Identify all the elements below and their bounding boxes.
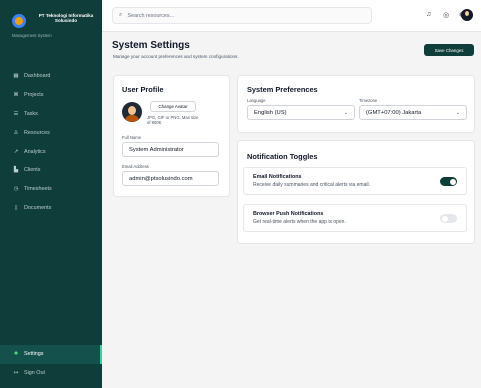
sidebar-item-label: Analytics <box>24 148 46 155</box>
card-title: System Preferences <box>247 85 318 94</box>
sidebar-item-label: Clients <box>24 167 41 174</box>
page-title: System Settings <box>112 40 190 51</box>
timezone-select[interactable]: (GMT+07:00) Jakarta ⌄ <box>359 105 467 120</box>
full-name-label: Full Name <box>122 135 142 140</box>
sign-out-icon: ↦ <box>13 370 19 377</box>
user-profile-card: User Profile Change Avatar JPG, GIF or P… <box>113 75 230 197</box>
sidebar-item-label: Tasks <box>24 110 38 117</box>
sidebar-item-documents[interactable]: ▯ Documents <box>0 199 102 218</box>
toggle-title: Browser Push Notifications <box>253 211 324 217</box>
sidebar-footer: ✹ Settings ↦ Sign Out <box>0 345 102 383</box>
system-preferences-card: System Preferences Language English (US)… <box>237 75 475 133</box>
search-placeholder: Search resources... <box>127 12 175 19</box>
email-field[interactable]: admin@ptsolusindo.com <box>122 171 219 186</box>
sidebar-item-settings[interactable]: ✹ Settings <box>0 345 102 364</box>
chevron-down-icon: ⌄ <box>343 109 348 116</box>
company-logo-icon <box>12 14 26 28</box>
sidebar: PT Teknologi Informatika Solusindo Manag… <box>0 0 102 388</box>
toggle-title: Email Notifications <box>253 174 302 180</box>
card-title: User Profile <box>122 85 164 94</box>
timezone-label: Timezone <box>359 98 378 103</box>
sidebar-item-analytics[interactable]: ↗ Analytics <box>0 142 102 161</box>
clock-icon: ◷ <box>13 186 19 193</box>
profile-avatar <box>122 102 142 122</box>
sidebar-nav: ▦ Dashboard ⌘ Projects ☰ Tasks ♙ Resourc… <box>0 67 102 217</box>
avatar-hint: JPG, GIF or PNG. Max size of 800K <box>147 115 199 125</box>
chevron-down-icon: ⌄ <box>455 109 460 116</box>
language-value: English (US) <box>254 109 287 116</box>
help-icon[interactable]: ◎ <box>443 11 449 19</box>
full-name-field[interactable]: System Administrator <box>122 142 219 157</box>
toggle-description: Receive daily summaries and critical ale… <box>253 182 370 188</box>
sidebar-item-label: Projects <box>24 92 44 99</box>
sidebar-item-projects[interactable]: ⌘ Projects <box>0 86 102 105</box>
page-subtitle: Manage your account preferences and syst… <box>113 54 239 59</box>
dashboard-icon: ▦ <box>13 73 19 80</box>
timezone-value: (GMT+07:00) Jakarta <box>366 109 422 116</box>
sidebar-item-dashboard[interactable]: ▦ Dashboard <box>0 67 102 86</box>
sidebar-item-label: Resources <box>24 129 50 136</box>
sidebar-item-tasks[interactable]: ☰ Tasks <box>0 105 102 124</box>
top-bar: ⌕ Search resources... ♫ ◎ ✺ <box>102 0 481 32</box>
toggle-description: Get real-time alerts when the app is ope… <box>253 219 346 225</box>
sidebar-item-resources[interactable]: ♙ Resources <box>0 123 102 142</box>
sidebar-item-label: Settings <box>24 351 44 358</box>
bell-icon[interactable]: ♫ <box>426 11 431 18</box>
sidebar-item-label: Sign Out <box>24 370 45 377</box>
email-notifications-row: Email Notifications Receive daily summar… <box>243 167 467 195</box>
projects-icon: ⌘ <box>13 92 19 99</box>
brand-name: PT Teknologi Informatika Solusindo <box>38 13 94 24</box>
sidebar-item-timesheets[interactable]: ◷ Timesheets <box>0 180 102 199</box>
gear-icon: ✹ <box>13 351 19 358</box>
change-avatar-button[interactable]: Change Avatar <box>150 101 196 112</box>
save-changes-button[interactable]: Save Changes <box>424 44 474 56</box>
sidebar-item-label: Timesheets <box>24 186 52 193</box>
clients-icon: ▙ <box>13 167 19 174</box>
language-select[interactable]: English (US) ⌄ <box>247 105 355 120</box>
email-label: Email Address <box>122 164 149 169</box>
tasks-icon: ☰ <box>13 110 19 117</box>
resources-icon: ♙ <box>13 129 19 136</box>
sidebar-item-sign-out[interactable]: ↦ Sign Out <box>0 364 102 383</box>
brand-subtitle: Management System <box>12 33 52 38</box>
push-notifications-row: Browser Push Notifications Get real-time… <box>243 204 467 232</box>
sidebar-item-label: Documents <box>24 204 52 211</box>
sidebar-item-clients[interactable]: ▙ Clients <box>0 161 102 180</box>
document-icon: ▯ <box>14 204 18 211</box>
search-icon: ⌕ <box>119 12 123 18</box>
sidebar-item-label: Dashboard <box>24 73 51 80</box>
card-title: Notification Toggles <box>247 152 318 161</box>
analytics-icon: ↗ <box>13 148 19 155</box>
language-label: Language <box>247 98 266 103</box>
user-avatar[interactable] <box>461 9 473 21</box>
search-input[interactable]: ⌕ Search resources... <box>112 7 372 24</box>
push-notifications-toggle[interactable] <box>440 214 457 223</box>
brand[interactable]: PT Teknologi Informatika Solusindo <box>0 0 102 28</box>
email-notifications-toggle[interactable] <box>440 177 457 186</box>
